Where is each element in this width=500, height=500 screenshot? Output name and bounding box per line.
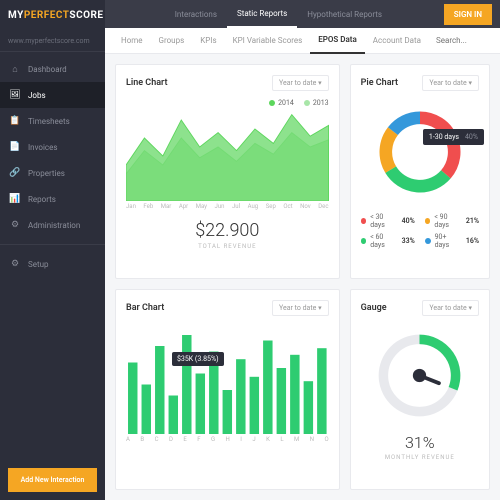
clipboard-icon: 📋: [10, 116, 20, 126]
link-icon: 🔗: [10, 168, 20, 178]
bar-chart: $35K (3.85%): [126, 324, 329, 434]
image-icon: 🖼: [10, 90, 20, 100]
dot-icon: [304, 100, 310, 106]
card-title: Gauge: [361, 303, 387, 313]
pie-chart-card: Pie Chart Year to date ▾ 1-30 days40% < …: [350, 64, 490, 279]
sidebar-item-administration[interactable]: ⚙Administration: [0, 212, 105, 238]
bar-chart-card: Bar Chart Year to date ▾ $35K (3.85%) AB…: [115, 289, 340, 490]
gauge-chart: [361, 324, 479, 427]
gauge-range-dropdown[interactable]: Year to date ▾: [422, 300, 479, 316]
bar-tooltip: $35K (3.85%): [172, 352, 224, 366]
sidebar-item-reports[interactable]: 📊Reports: [0, 186, 105, 212]
logo: MYPERFECTSCORE: [0, 0, 105, 31]
sidebar-item-timesheets[interactable]: 📋Timesheets: [0, 108, 105, 134]
sidebar: MYPERFECTSCORE www.myperfectscore.com ⌂D…: [0, 0, 105, 500]
subtab-home[interactable]: Home: [113, 28, 151, 53]
search-input[interactable]: [432, 32, 492, 49]
card-title: Line Chart: [126, 78, 168, 88]
sidebar-item-setup[interactable]: ⚙Setup: [0, 251, 105, 277]
separator: [0, 244, 105, 245]
subtab-kpis[interactable]: KPIs: [192, 28, 224, 53]
line-chart: [126, 111, 329, 201]
pie-chart: 1-30 days40%: [361, 99, 479, 205]
sidebar-item-properties[interactable]: 🔗Properties: [0, 160, 105, 186]
subnav: Home Groups KPIs KPI Variable Scores EPO…: [105, 28, 500, 54]
bar-range-dropdown[interactable]: Year to date ▾: [272, 300, 329, 316]
dot-icon: [269, 100, 275, 106]
tab-static-reports[interactable]: Static Reports: [227, 1, 297, 28]
topbar: Interactions Static Reports Hypothetical…: [105, 0, 500, 28]
card-title: Pie Chart: [361, 78, 398, 88]
content-grid: Line Chart Year to date ▾ 2014 2013 JanF…: [105, 54, 500, 500]
gauge-value: 31% MONTHLY REVENUE: [361, 433, 479, 461]
tab-interactions[interactable]: Interactions: [165, 2, 227, 27]
line-chart-card: Line Chart Year to date ▾ 2014 2013 JanF…: [115, 64, 340, 279]
sidebar-nav: ⌂Dashboard 🖼Jobs 📋Timesheets 📄Invoices 🔗…: [0, 52, 105, 460]
add-interaction-button[interactable]: Add New Interaction: [8, 468, 97, 492]
line-range-dropdown[interactable]: Year to date ▾: [272, 75, 329, 91]
revenue-display: $22.900 TOTAL REVENUE: [126, 220, 329, 250]
home-icon: ⌂: [10, 64, 20, 74]
url-display: www.myperfectscore.com: [0, 31, 105, 52]
pie-legend: < 30 days40%< 90 days21%< 60 days33%90+ …: [361, 213, 479, 249]
subtab-groups[interactable]: Groups: [151, 28, 193, 53]
line-legend: 2014 2013: [126, 99, 329, 107]
main-area: Interactions Static Reports Hypothetical…: [105, 0, 500, 500]
subtab-epos-data[interactable]: EPOS Data: [310, 27, 365, 54]
pie-range-dropdown[interactable]: Year to date ▾: [422, 75, 479, 91]
sliders-icon: ⚙: [10, 220, 20, 230]
document-icon: 📄: [10, 142, 20, 152]
sidebar-item-dashboard[interactable]: ⌂Dashboard: [0, 56, 105, 82]
gear-icon: ⚙: [10, 259, 20, 269]
line-x-axis: JanFebMarAprMayJunJulAugSepOctNovDec: [126, 203, 329, 210]
pie-tooltip: 1-30 days40%: [423, 129, 484, 145]
sidebar-item-jobs[interactable]: 🖼Jobs: [0, 82, 105, 108]
subtab-account-data[interactable]: Account Data: [365, 28, 429, 53]
gauge-card: Gauge Year to date ▾ 31% MONTHLY REVENUE: [350, 289, 490, 490]
subtab-kpi-scores[interactable]: KPI Variable Scores: [225, 28, 311, 53]
tab-hypothetical-reports[interactable]: Hypothetical Reports: [297, 2, 392, 27]
card-title: Bar Chart: [126, 303, 164, 313]
bar-x-axis: ABCDEFGHIJKLMNO: [126, 436, 329, 443]
sidebar-item-invoices[interactable]: 📄Invoices: [0, 134, 105, 160]
signin-button[interactable]: SIGN IN: [444, 4, 492, 25]
chart-icon: 📊: [10, 194, 20, 204]
